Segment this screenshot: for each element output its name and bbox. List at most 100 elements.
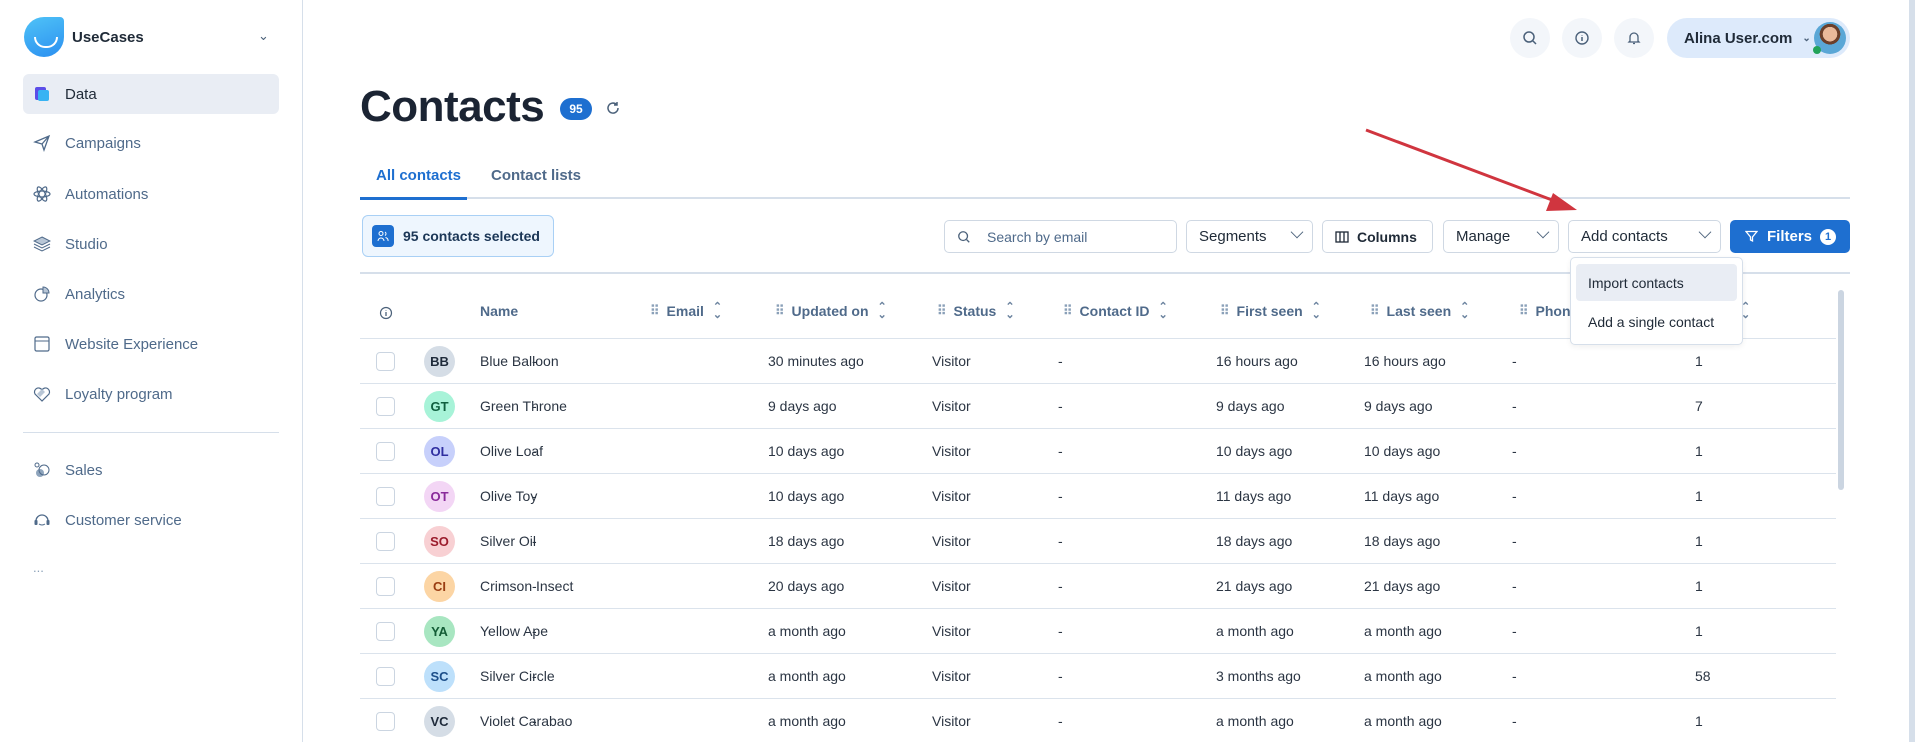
table-row[interactable]: SO Silver Oil -18 days ago Visitor -18 days … [360,518,1836,563]
sort-icon[interactable]: ⌃⌄ [1159,302,1168,321]
cell-phone: - [1512,668,1517,684]
column-label: Last seen [1386,303,1452,319]
cell-first: 10 days ago [1216,443,1293,459]
drag-handle-icon[interactable]: ⠿ [775,303,784,319]
menu-item-import-contacts[interactable]: Import contacts [1576,264,1737,301]
cell-email: - [532,713,537,729]
row-checkbox[interactable] [376,487,395,506]
cell-name[interactable]: Crimson Insect [480,578,573,594]
sort-icon[interactable]: ⌃⌄ [1312,302,1321,321]
cell-status: Visitor [932,443,971,459]
sidebar-item-website-experience[interactable]: Website Experience [23,324,279,364]
columns-icon [1335,230,1349,243]
drag-handle-icon[interactable]: ⠿ [1519,303,1528,319]
row-checkbox[interactable] [376,532,395,551]
column-header-name[interactable]: Name [480,303,518,319]
cell-phone: - [1512,533,1517,549]
drag-handle-icon[interactable]: ⠿ [1063,303,1072,319]
user-menu[interactable]: Alina User.com ⌄ [1667,18,1850,58]
add-contacts-dropdown[interactable]: Add contacts [1568,220,1721,253]
cell-views: 1 [1695,488,1703,504]
row-checkbox[interactable] [376,442,395,461]
sidebar-item-label: Sales [65,461,103,479]
page-scrollbar[interactable] [1909,0,1915,742]
sort-icon[interactable]: ⌃⌄ [1005,302,1014,321]
cell-name[interactable]: Yellow Ape [480,623,548,639]
search-button[interactable] [1510,18,1550,58]
column-header-updated-on[interactable]: ⠿ Updated on ⌃ ⌄ [775,302,887,321]
sidebar-item-studio[interactable]: Studio [23,224,279,264]
drag-handle-icon[interactable]: ⠿ [650,303,659,319]
info-icon[interactable] [379,306,393,320]
column-label: Status [953,303,997,319]
cell-name[interactable]: Violet Carabao [480,713,572,729]
notifications-button[interactable] [1614,18,1654,58]
avatar: GT [424,391,455,422]
search-input[interactable]: Search by email [944,220,1177,253]
table-row[interactable]: OT Olive Toy -10 days ago Visitor -11 days a… [360,473,1836,518]
workspace-name[interactable]: UseCases [72,29,144,46]
column-header-status[interactable]: ⠿ Status ⌃ ⌄ [937,302,1015,321]
filters-button[interactable]: Filters 1 [1730,220,1850,253]
heart-tag-icon [33,387,51,402]
table-row[interactable]: CI Crimson Insect -20 days ago Visitor -21 d… [360,563,1836,608]
sort-icon[interactable]: ⌃⌄ [1460,302,1469,321]
columns-button[interactable]: Columns [1322,220,1433,253]
table-row[interactable]: GT Green Throne -9 days ago Visitor -9 days … [360,383,1836,428]
cell-first: 3 months ago [1216,668,1301,684]
cell-name[interactable]: Silver Circle [480,668,555,684]
cell-name[interactable]: Silver Oil [480,533,536,549]
menu-item-add-single-contact[interactable]: Add a single contact [1576,303,1737,340]
cell-name[interactable]: Green Throne [480,398,567,414]
cell-updated: 30 minutes ago [768,353,864,369]
column-header-contact-id[interactable]: ⠿ Contact ID ⌃ ⌄ [1063,302,1168,321]
table-row[interactable]: SC Silver Circle - a month ago Visitor -3 mon… [360,653,1836,698]
cell-status: Visitor [932,623,971,639]
help-button[interactable] [1562,18,1602,58]
sidebar-item-label: Campaigns [65,134,141,152]
column-header-last-seen[interactable]: ⠿ Last seen ⌃ ⌄ [1370,302,1469,321]
column-header-first-seen[interactable]: ⠿ First seen ⌃ ⌄ [1220,302,1321,321]
cell-name[interactable]: Blue Balloon [480,353,559,369]
row-checkbox[interactable] [376,577,395,596]
refresh-icon[interactable] [605,100,621,116]
sort-icon[interactable]: ⌃⌄ [878,302,887,321]
chevron-down-icon[interactable]: ⌄ [258,28,269,44]
sidebar-item-loyalty-program[interactable]: Loyalty program [23,374,279,414]
tab-contact-lists[interactable]: Contact lists [491,167,581,184]
sidebar-item-campaigns[interactable]: Campaigns [23,123,279,163]
cell-updated: 10 days ago [768,443,845,459]
drag-handle-icon[interactable]: ⠿ [937,303,946,319]
cell-status: Visitor [932,578,971,594]
pie-chart-icon [34,286,50,302]
drag-handle-icon[interactable]: ⠿ [1370,303,1379,319]
column-label: First seen [1236,303,1303,319]
tabs-divider [360,197,1850,199]
selected-contacts-chip[interactable]: 95 contacts selected [362,215,554,257]
row-checkbox[interactable] [376,352,395,371]
table-scrollbar[interactable] [1838,290,1844,490]
row-checkbox[interactable] [376,667,395,686]
row-checkbox[interactable] [376,712,395,731]
sort-icon[interactable]: ⌃⌄ [713,302,722,321]
sidebar-item-customer-service[interactable]: Customer service [23,500,279,540]
sidebar-item-data[interactable]: Data [23,74,279,114]
segments-dropdown[interactable]: Segments [1186,220,1313,253]
manage-dropdown[interactable]: Manage [1443,220,1559,253]
cell-status: Visitor [932,533,971,549]
more-menu[interactable]: ... [33,560,44,575]
cell-id: - [1058,398,1063,414]
cell-name[interactable]: Olive Toy [480,488,537,504]
table-row[interactable]: VC Violet Carabao - a month ago Visitor - a mo… [360,698,1836,743]
drag-handle-icon[interactable]: ⠿ [1220,303,1229,319]
sidebar-item-sales[interactable]: Sales [23,450,279,490]
cell-last: a month ago [1364,668,1442,684]
row-checkbox[interactable] [376,622,395,641]
table-row[interactable]: YA Yellow Ape - a month ago Visitor - a month … [360,608,1836,653]
column-header-email[interactable]: ⠿ Email ⌃ ⌄ [650,302,722,321]
sidebar-item-automations[interactable]: Automations [23,174,279,214]
row-checkbox[interactable] [376,397,395,416]
table-row[interactable]: OL Olive Loaf -10 days ago Visitor -10 days … [360,428,1836,473]
sidebar-item-analytics[interactable]: Analytics [23,274,279,314]
tab-all-contacts[interactable]: All contacts [376,167,461,184]
